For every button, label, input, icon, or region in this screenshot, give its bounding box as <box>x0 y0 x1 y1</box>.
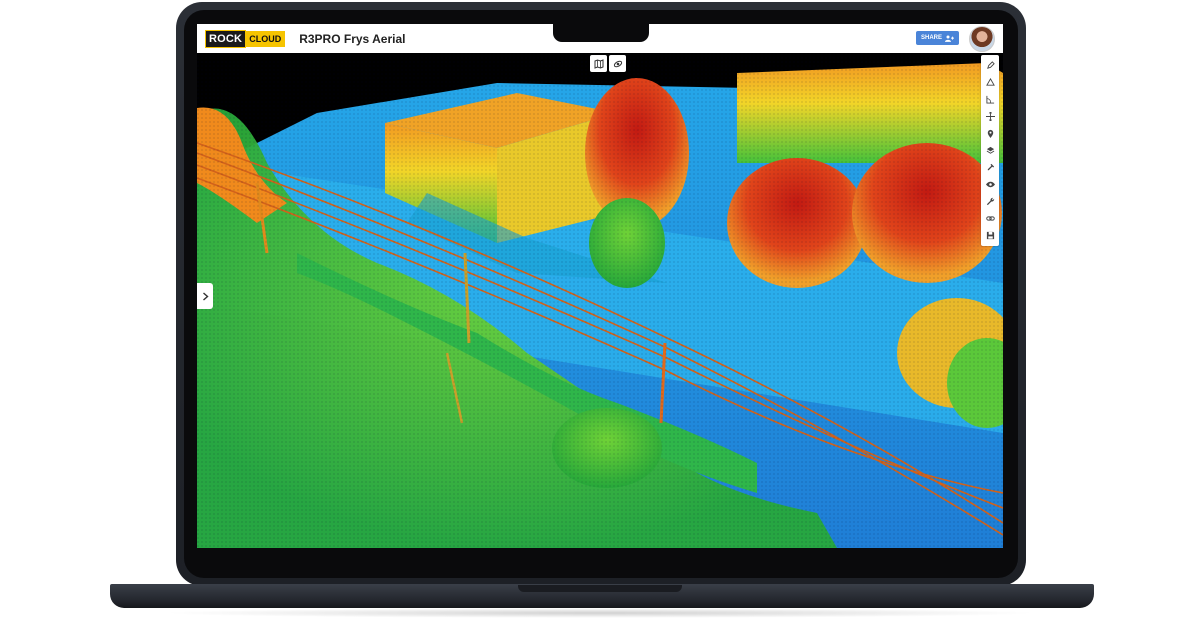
layers-icon <box>986 146 994 154</box>
orbit-icon <box>613 60 622 67</box>
logo-rock-text: ROCK <box>205 29 247 48</box>
sidebar-expand-button[interactable] <box>197 283 213 309</box>
pencil-icon <box>986 61 995 69</box>
eye-icon <box>985 181 995 188</box>
map-icon <box>594 58 603 69</box>
save-icon <box>986 231 994 240</box>
laptop-shadow <box>160 608 1040 618</box>
map-view-button[interactable] <box>590 55 607 72</box>
laptop-groove <box>518 585 682 592</box>
orbit-view-button[interactable] <box>609 55 626 72</box>
tool-visibility[interactable] <box>983 177 997 192</box>
project-title: R3PRO Frys Aerial <box>299 31 406 46</box>
tool-dropper[interactable] <box>983 160 997 175</box>
angle-icon <box>985 95 994 104</box>
dropper-icon <box>987 163 994 171</box>
right-toolbar <box>981 55 999 246</box>
tool-draw[interactable] <box>983 58 997 73</box>
move-icon <box>985 112 995 121</box>
logo-cloud-text: CLOUD <box>245 30 286 47</box>
point-cloud-viewport[interactable] <box>197 53 1003 548</box>
tool-layers[interactable] <box>983 143 997 158</box>
chevron-right-icon <box>202 291 209 301</box>
app-screen: ROCK CLOUD R3PRO Frys Aerial SHARE <box>197 24 1003 548</box>
user-avatar[interactable] <box>969 26 995 52</box>
volume-icon <box>985 78 995 86</box>
tool-save[interactable] <box>983 228 997 243</box>
tool-settings[interactable] <box>983 194 997 209</box>
share-button[interactable]: SHARE <box>915 31 959 45</box>
tool-volume[interactable] <box>983 75 997 90</box>
tool-pin[interactable] <box>983 126 997 141</box>
rock-cloud-logo[interactable]: ROCK CLOUD <box>205 29 286 48</box>
add-user-icon <box>945 35 954 42</box>
share-label: SHARE <box>920 35 942 41</box>
tool-move[interactable] <box>983 109 997 124</box>
wrench-icon <box>986 197 994 206</box>
camera-notch <box>553 22 649 42</box>
link-icon <box>985 216 995 221</box>
pin-icon <box>987 129 993 138</box>
view-toggle <box>590 55 626 72</box>
tool-angle[interactable] <box>983 92 997 107</box>
point-texture <box>197 53 1003 548</box>
tool-link[interactable] <box>983 211 997 226</box>
